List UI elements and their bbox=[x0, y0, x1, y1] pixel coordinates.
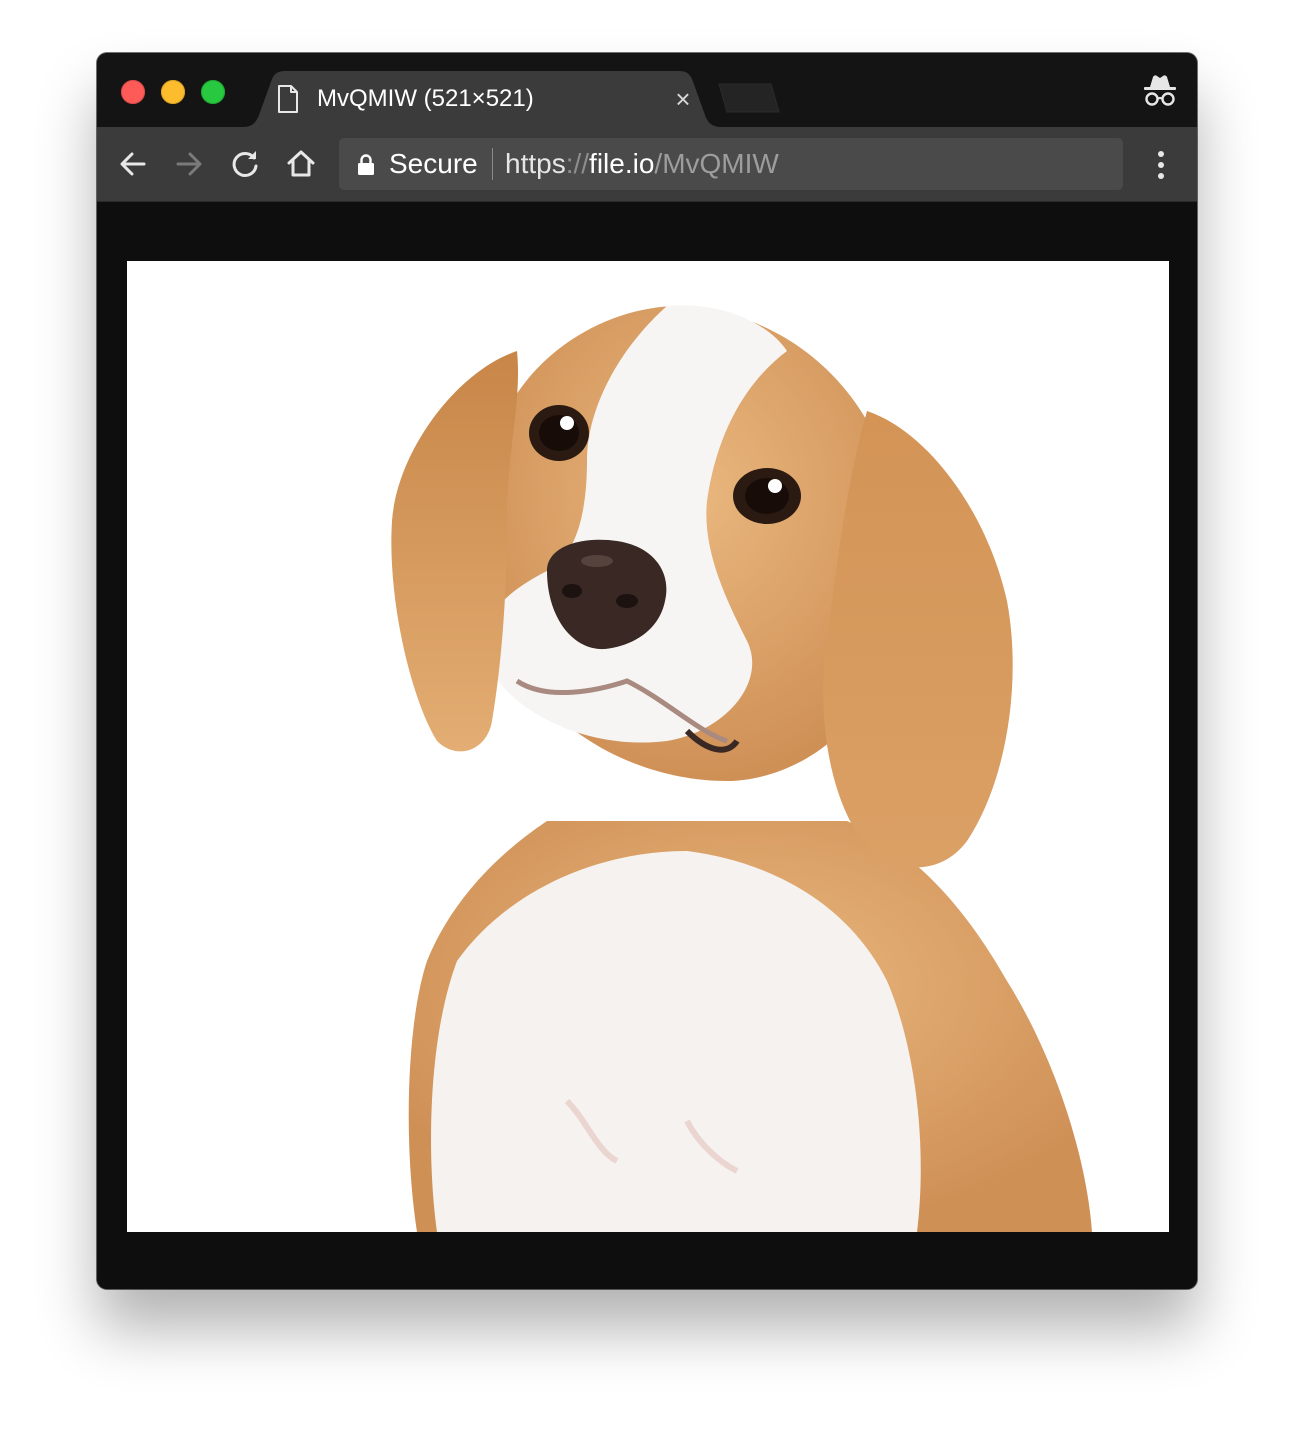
url-text[interactable]: https://file.io/MvQMIW bbox=[505, 147, 779, 181]
tab-close-button[interactable]: × bbox=[669, 85, 697, 113]
omnibox-divider bbox=[492, 148, 493, 180]
arrow-left-icon[interactable] bbox=[116, 147, 150, 181]
browser-window: MvQMIW (521×521) × Secure https://file.i… bbox=[97, 53, 1197, 1289]
minimize-window-button[interactable] bbox=[161, 80, 185, 104]
page: MvQMIW (521×521) × Secure https://file.i… bbox=[0, 0, 1293, 1437]
reload-icon[interactable] bbox=[228, 147, 262, 181]
url-separator: :// bbox=[565, 148, 590, 179]
url-host: file.io bbox=[589, 148, 655, 179]
close-icon: × bbox=[675, 84, 691, 114]
home-icon[interactable] bbox=[284, 147, 318, 181]
url-path: /MvQMIW bbox=[654, 148, 779, 179]
beagle-photo bbox=[391, 305, 1092, 1232]
incognito-icon bbox=[1144, 75, 1176, 106]
document-icon bbox=[278, 85, 298, 113]
maximize-window-button[interactable] bbox=[201, 80, 225, 104]
tab-strip: MvQMIW (521×521) × bbox=[97, 53, 1197, 127]
url-scheme: https bbox=[505, 148, 566, 179]
security-label: Secure bbox=[389, 148, 478, 179]
arrow-right-icon[interactable] bbox=[172, 147, 206, 181]
more-vertical-icon[interactable] bbox=[1151, 149, 1171, 181]
toolbar: Secure https://file.io/MvQMIW bbox=[97, 127, 1197, 202]
page-viewport bbox=[97, 202, 1197, 1289]
tab-title: MvQMIW (521×521) bbox=[317, 85, 534, 112]
displayed-image[interactable] bbox=[127, 261, 1169, 1232]
address-bar[interactable]: Secure https://file.io/MvQMIW bbox=[339, 138, 1123, 190]
lock-icon bbox=[358, 154, 374, 175]
close-window-button[interactable] bbox=[121, 80, 145, 104]
new-tab-button[interactable] bbox=[717, 83, 781, 113]
tab-active[interactable]: MvQMIW (521×521) × bbox=[242, 71, 722, 127]
